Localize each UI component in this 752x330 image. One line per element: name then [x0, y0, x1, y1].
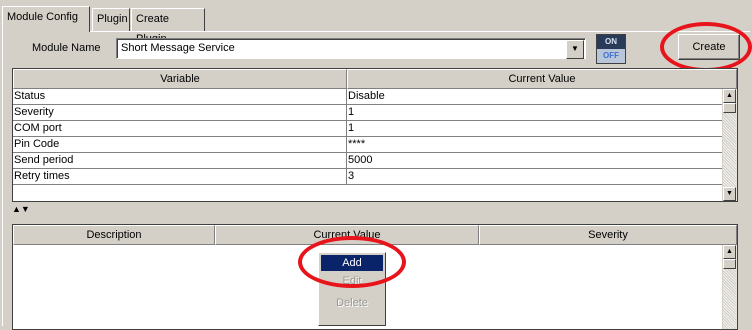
scroll-down-icon[interactable]: ▼ — [723, 187, 736, 201]
column-header[interactable]: Description — [13, 225, 215, 245]
table-row[interactable]: Retry times 3 — [13, 169, 737, 185]
variable-cell: Severity — [13, 105, 347, 121]
tab-module-config[interactable]: Module Config — [2, 6, 90, 32]
current-value-cell[interactable]: 1 — [347, 105, 737, 121]
column-header[interactable]: Current Value — [347, 69, 737, 89]
scroll-thumb[interactable] — [723, 103, 736, 113]
tab-label: Plugin — [97, 13, 128, 25]
scroll-track[interactable] — [723, 269, 736, 329]
current-value-cell[interactable]: 1 — [347, 121, 737, 137]
menu-item-delete: Delete — [336, 297, 368, 309]
toggle-on-label: ON — [597, 35, 625, 49]
table-row[interactable]: Pin Code **** — [13, 137, 737, 153]
chevron-down-icon[interactable]: ▼ — [566, 40, 584, 59]
scroll-thumb[interactable] — [723, 259, 736, 269]
variable-cell: Retry times — [13, 169, 347, 185]
column-header[interactable]: Variable — [13, 69, 347, 89]
table-row[interactable]: Status Disable — [13, 89, 737, 105]
scroll-up-icon[interactable]: ▲ — [723, 89, 736, 103]
variable-cell: COM port — [13, 121, 347, 137]
module-name-value: Short Message Service — [121, 42, 235, 54]
variables-table: Variable Current Value Status Disable Seve… — [12, 68, 738, 202]
highlight-circle — [298, 236, 406, 288]
on-off-toggle[interactable]: ON OFF — [596, 34, 626, 64]
current-value-cell[interactable]: 5000 — [347, 153, 737, 169]
vertical-scrollbar[interactable]: ▲ — [722, 245, 737, 329]
current-value-cell[interactable]: 3 — [347, 169, 737, 185]
module-name-select[interactable]: Short Message Service ▼ — [116, 38, 586, 59]
variable-cell: Send period — [13, 153, 347, 169]
table-row[interactable]: COM port 1 — [13, 121, 737, 137]
vertical-scrollbar[interactable]: ▲ ▼ — [722, 89, 737, 201]
splitter-arrows-icon[interactable]: ▲▼ — [12, 204, 30, 214]
column-header[interactable]: Severity — [479, 225, 737, 245]
toggle-off-label: OFF — [597, 49, 625, 63]
tab-create-plugin[interactable]: Create Plugin — [131, 8, 205, 45]
current-value-cell[interactable]: Disable — [347, 89, 737, 105]
scroll-up-icon[interactable]: ▲ — [723, 245, 736, 259]
variable-cell: Pin Code — [13, 137, 347, 153]
module-name-label: Module Name — [32, 42, 101, 54]
table-row[interactable]: Send period 5000 — [13, 153, 737, 169]
current-value-cell[interactable]: **** — [347, 137, 737, 153]
variable-cell: Status — [13, 89, 347, 105]
highlight-circle — [660, 22, 752, 72]
table-row[interactable]: Severity 1 — [13, 105, 737, 121]
tab-label: Module Config — [7, 11, 78, 23]
tab-plugin[interactable]: Plugin — [92, 8, 130, 31]
scroll-track[interactable] — [723, 113, 736, 187]
